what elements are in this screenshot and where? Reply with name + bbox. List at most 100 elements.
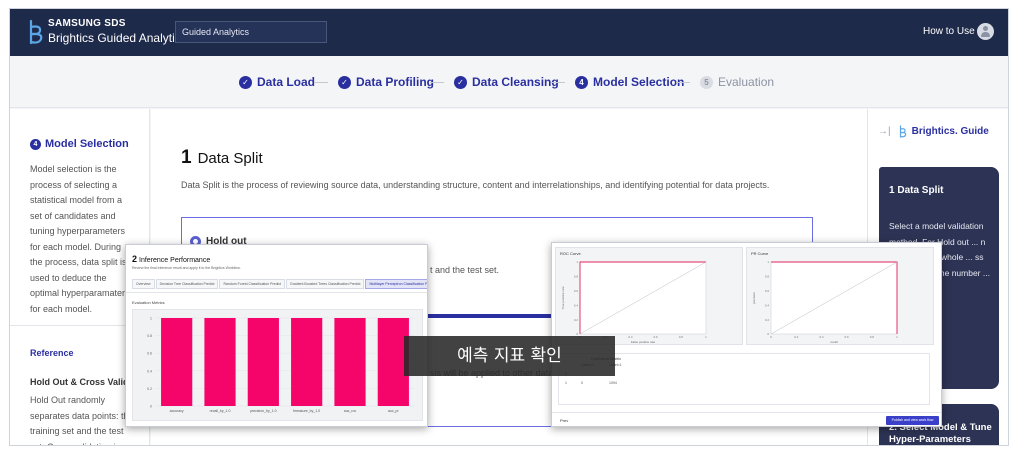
y-tick-label: 1 [576, 260, 578, 264]
roc-title: ROC Curve [560, 251, 581, 256]
x-axis-label: False positive rate [631, 340, 656, 344]
guide-title: Brightics. Guide [911, 126, 989, 137]
step-number-badge: 5 [700, 75, 713, 89]
step-evaluation[interactable]: 5 Evaluation [700, 75, 774, 89]
option-text: t and the test set. [430, 265, 500, 275]
y-tick-label: 0.4 [765, 303, 770, 307]
step-connector [314, 82, 328, 83]
metrics-chart-area: 0 0.2 0.4 0.6 0.8 1 accuracy recall_by_1.0 preci… [132, 309, 423, 421]
tab-random-forest[interactable]: Random Forest Classification Predict [219, 279, 286, 289]
y-tick-label: 0 [767, 332, 769, 336]
how-to-use-link[interactable]: How to Use [923, 26, 975, 37]
divider [126, 292, 427, 293]
x-tick-label: auc_roc [344, 409, 357, 413]
brightics-logo-icon [899, 125, 906, 138]
bar-fmeasure_by_1.0 [291, 318, 323, 406]
section-number: 1 [181, 147, 192, 168]
panel-description: Model selection is the process of select… [30, 164, 130, 314]
step-label: Data Profiling [356, 75, 435, 89]
overlay-heading: Inference Performance [139, 257, 211, 264]
x-axis-label: recall [830, 340, 838, 344]
x-tick-label: 0.6 [845, 335, 850, 339]
progress-stepper: ✓ Data Load ✓ Data Profiling ✓ Data Clea… [10, 56, 1008, 108]
overlay-number: 2 [132, 254, 138, 264]
evaluation-curves-screenshot: 0 0 0.2 0.2 0.4 0.4 0.6 0.6 0.8 0.8 1 1 False positi… [551, 242, 942, 427]
y-tick-label: 0.2 [147, 387, 152, 391]
pr-curve-chart: 000.20.20.40.40.60.60.80.811recallprecis… [752, 260, 898, 344]
x-tick-label: 0.8 [870, 335, 875, 339]
y-tick-label: 0.8 [765, 275, 770, 279]
tab-overview[interactable]: Overview [132, 279, 155, 289]
x-tick-label: precision_by_1.0 [250, 409, 277, 413]
metrics-bar-chart: 0 0.2 0.4 0.6 0.8 1 accuracy recall_by_1.0 preci… [147, 317, 415, 413]
step-connector [430, 82, 444, 83]
company-name: SAMSUNG SDS [48, 18, 126, 29]
guide-card-heading: Data Split [897, 185, 944, 196]
matrix-row-label: 1 [565, 381, 567, 385]
bar-auc_roc [334, 318, 366, 406]
x-tick-label: 0.4 [628, 335, 633, 339]
step-data-load[interactable]: ✓ Data Load [239, 75, 315, 89]
product-name: Brightics Guided Analytics [48, 31, 187, 45]
project-name-field[interactable]: Guided Analytics [175, 21, 327, 43]
x-tick-label: 0.4 [819, 335, 824, 339]
pr-title: PR Curve [751, 251, 769, 256]
guide-card-number: 1 [889, 185, 895, 196]
step-label: Model Selection [593, 75, 685, 89]
reference-body: Hold Out randomly separates data points:… [30, 395, 134, 445]
x-tick-label: auc_pr [388, 409, 400, 413]
roc-curve-chart: 000.20.20.40.40.60.60.80.811False positi… [561, 260, 707, 344]
bar-precision_by_1.0 [247, 318, 279, 406]
x-tick-label: accuracy [170, 409, 184, 413]
step-connector [551, 82, 565, 83]
x-tick-label: 0.8 [679, 335, 684, 339]
panel-title: Model Selection [45, 138, 129, 150]
step-data-profiling[interactable]: ✓ Data Profiling [338, 75, 434, 89]
collapse-icon[interactable]: →| [878, 126, 891, 137]
top-bar: SAMSUNG SDS Brightics Guided Analytics G… [10, 9, 1008, 56]
y-tick-label: 1 [150, 317, 152, 321]
panel-heading: 4 Model Selection [30, 138, 129, 150]
y-axis-label: precision [752, 292, 756, 304]
step-label: Evaluation [718, 75, 775, 89]
y-tick-label: 0.2 [765, 318, 770, 322]
y-tick-label: 0.2 [574, 318, 579, 322]
y-tick-label: 0.4 [147, 369, 152, 373]
caption-overlay: 예측 지표 확인 [404, 336, 615, 376]
step-connector [676, 82, 690, 83]
publish-workflow-button[interactable]: Publish and view work flow [886, 416, 939, 425]
brightics-logo-icon [29, 19, 43, 45]
step-label: Data Cleansing [472, 75, 559, 89]
guide-card-title: 1 Data Split [889, 185, 943, 196]
y-tick-label: 0.6 [574, 289, 579, 293]
prev-button[interactable]: Prev [560, 418, 568, 423]
x-tick-label: 0 [770, 335, 772, 339]
step-number-badge: 4 [30, 138, 41, 150]
model-tabs: Overview Decision Tree Classification Pr… [132, 279, 427, 289]
x-tick-label: 1 [705, 335, 707, 339]
y-tick-label: 0.8 [574, 275, 579, 279]
guide-header: →| Brightics. Guide [878, 125, 989, 138]
y-axis-label: True positive rate [561, 286, 565, 309]
overlay-title: 2 Inference Performance [132, 254, 210, 264]
matrix-cell: 0 [581, 381, 583, 385]
matrix-cell: 1094 [609, 381, 617, 385]
tab-decision-tree[interactable]: Decision Tree Classification Predict [155, 279, 219, 289]
y-tick-label: 1 [767, 260, 769, 264]
overlay-footer: Prev Publish and view work flow [552, 412, 941, 426]
user-avatar-icon[interactable] [977, 23, 994, 40]
tab-gradient-boosted[interactable]: Gradient Boosted Trees Classification Pr… [286, 279, 365, 289]
reference-label: Reference [30, 348, 74, 358]
x-tick-label: 0.6 [654, 335, 659, 339]
step-data-cleansing[interactable]: ✓ Data Cleansing [454, 75, 559, 89]
inference-performance-screenshot: 2 Inference Performance Review the final … [125, 244, 428, 427]
y-tick-label: 0.6 [147, 352, 152, 356]
section-title: Data Split [197, 150, 263, 167]
x-tick-label: 1 [896, 335, 898, 339]
step-model-selection[interactable]: 4 Model Selection [575, 75, 684, 89]
y-tick-label: 0.8 [147, 334, 152, 338]
step-number-badge: 4 [575, 75, 588, 89]
pr-curve-pane: 0 0 0.2 0.2 0.4 0.4 0.6 0.6 0.8 0.8 1 1 recall precis… [746, 247, 934, 345]
overlay-subtitle: Review the final inference result and ap… [132, 266, 241, 270]
tab-multilayer-perceptron[interactable]: Multilayer Perceptron Classification Pre… [365, 279, 427, 289]
